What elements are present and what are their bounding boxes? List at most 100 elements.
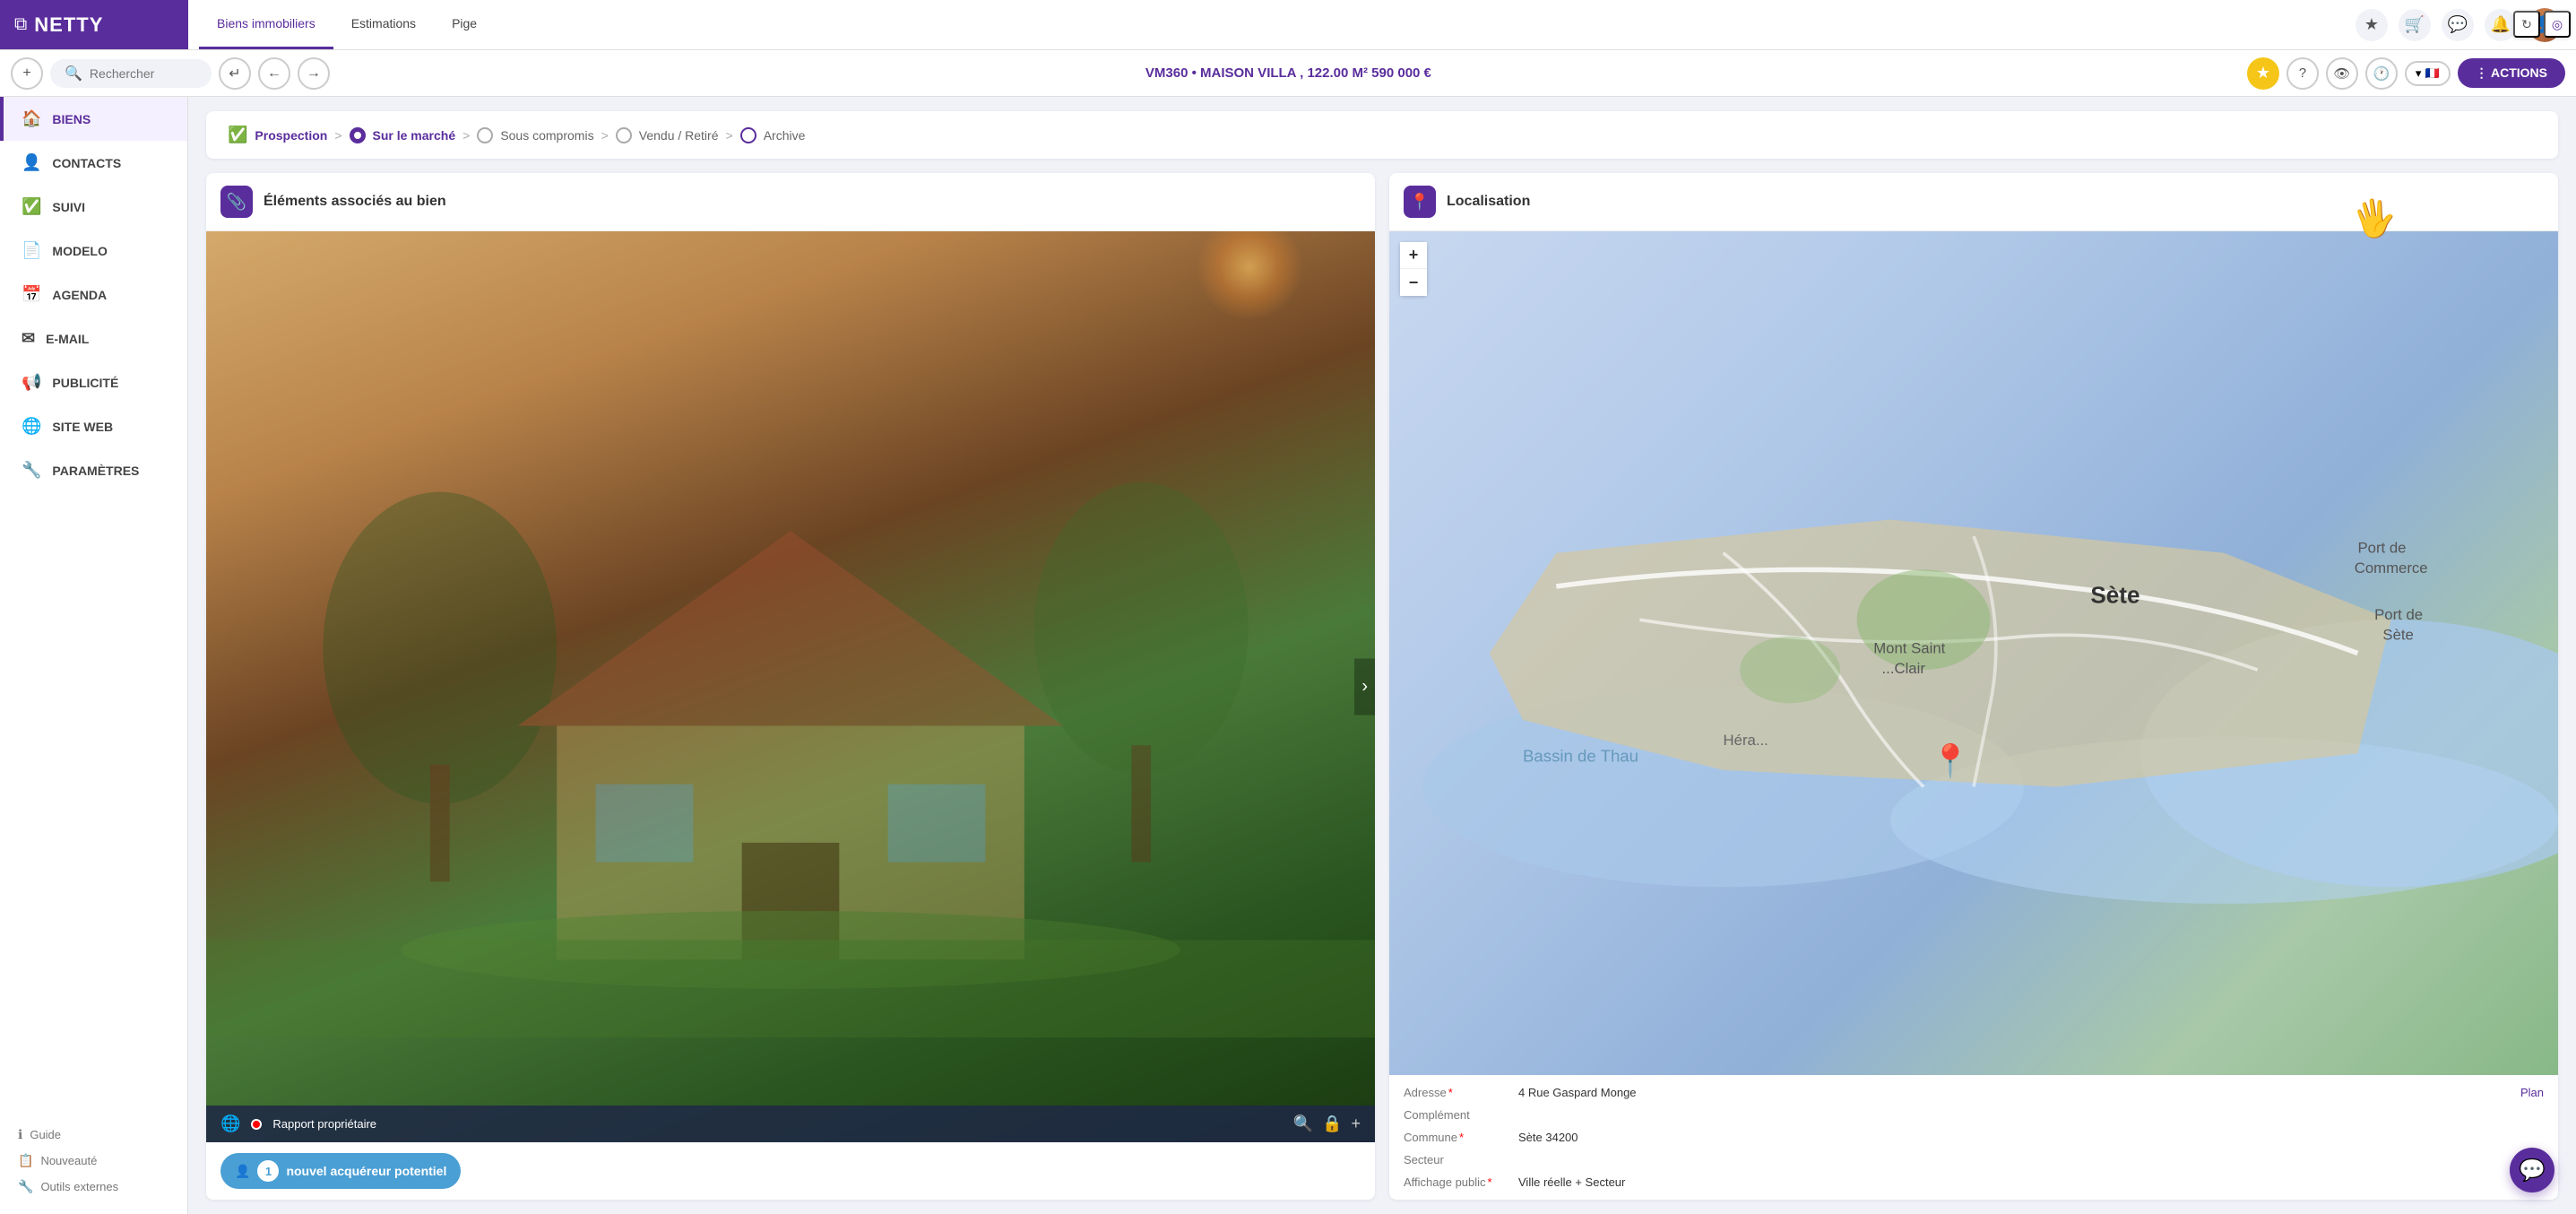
sidebar-label-publicite: PUBLICITÉ xyxy=(52,376,118,390)
search-bar[interactable]: 🔍 xyxy=(50,59,212,88)
sidebar-label-parametres: PARAMÈTRES xyxy=(52,464,139,478)
sidebar-item-biens[interactable]: 🏠 BIENS xyxy=(0,97,187,141)
affichage-value: Ville réelle + Secteur xyxy=(1518,1175,2544,1189)
guide-link[interactable]: ℹ Guide xyxy=(18,1122,169,1148)
nav-tabs: Biens immobiliers Estimations Pige xyxy=(188,0,506,49)
sidebar-item-email[interactable]: ✉ E-MAIL xyxy=(0,317,187,360)
sidebar-item-suivi[interactable]: ✅ SUIVI xyxy=(0,185,187,229)
logo-area: ⧉ NETTY xyxy=(0,0,188,49)
top-nav: ⧉ NETTY Biens immobiliers Estimations Pi… xyxy=(0,0,2576,50)
arrow-3: > xyxy=(601,128,609,143)
info-icon: ℹ xyxy=(18,1127,22,1142)
record-dot xyxy=(251,1119,262,1130)
sur-le-marche-label: Sur le marché xyxy=(373,128,456,143)
plan-link[interactable]: Plan xyxy=(2520,1086,2544,1099)
language-button[interactable]: ▾ 🇫🇷 xyxy=(2405,61,2451,86)
lock-icon[interactable]: 🔒 xyxy=(1322,1114,1342,1133)
cart-button[interactable]: 🛒 xyxy=(2399,9,2431,41)
radio-icon-1 xyxy=(477,127,493,143)
status-archive[interactable]: Archive xyxy=(740,127,806,143)
bell-button[interactable]: 🔔 xyxy=(2485,9,2517,41)
location-details: Adresse 4 Rue Gaspard Monge Plan Complém… xyxy=(1389,1075,2558,1200)
add-image-icon[interactable]: + xyxy=(1351,1114,1361,1133)
search-image-icon[interactable]: 🔍 xyxy=(1293,1114,1313,1133)
sidebar-item-agenda[interactable]: 📅 AGENDA xyxy=(0,273,187,317)
agenda-icon: 📅 xyxy=(22,285,41,304)
clock-button[interactable]: 🕐 xyxy=(2365,57,2398,90)
content-area: ✅ Prospection > Sur le marché > Sous com… xyxy=(188,97,2576,1214)
breadcrumb: VM360 • MAISON VILLA , 122.00 M² 590 000… xyxy=(337,65,2240,81)
archive-radio-icon xyxy=(740,127,756,143)
status-vendu-retire[interactable]: Vendu / Retiré xyxy=(616,127,719,143)
secteur-row: Secteur xyxy=(1404,1153,2544,1166)
add-button[interactable]: + xyxy=(11,57,43,90)
secteur-label: Secteur xyxy=(1404,1153,1511,1166)
outils-label: Outils externes xyxy=(40,1180,118,1193)
actions-button[interactable]: ⋮ ACTIONS xyxy=(2458,58,2565,88)
acquéreur-label: nouvel acquéreur potentiel xyxy=(286,1164,446,1178)
arrow-1: > xyxy=(334,128,341,143)
map-container: Sète Port de Commerce Port de Sète Héra.… xyxy=(1389,231,2558,1075)
svg-text:Port de: Port de xyxy=(2374,606,2423,623)
sidebar-item-modelo[interactable]: 📄 MODELO xyxy=(0,229,187,273)
main-layout: 🏠 BIENS 👤 CONTACTS ✅ SUIVI 📄 MODELO 📅 AG… xyxy=(0,97,2576,1214)
logo-text: NETTY xyxy=(34,13,103,37)
sidebar-item-siteweb[interactable]: 🌐 SITE WEB xyxy=(0,404,187,448)
eye-button[interactable]: 👁 xyxy=(2326,57,2358,90)
sidebar-label-biens: BIENS xyxy=(52,112,91,126)
image-footer: 🌐 Rapport propriétaire 🔍 🔒 + xyxy=(206,1106,1375,1142)
forward-button[interactable]: → xyxy=(298,57,330,90)
chat-fab-icon: 💬 xyxy=(2519,1158,2546,1184)
svg-text:Port de: Port de xyxy=(2357,540,2406,557)
chat-button[interactable]: 💬 xyxy=(2442,9,2474,41)
zoom-out-button[interactable]: − xyxy=(1400,269,1427,296)
house-svg xyxy=(206,231,1375,1142)
parametres-icon: 🔧 xyxy=(22,461,41,480)
nouveaute-label: Nouveauté xyxy=(40,1154,97,1167)
svg-text:Héra...: Héra... xyxy=(1724,732,1768,749)
property-card-header: 📎 Éléments associés au bien xyxy=(206,173,1375,231)
status-sur-le-marche[interactable]: Sur le marché xyxy=(350,127,456,143)
complement-row: Complément xyxy=(1404,1108,2544,1122)
sous-compromis-label: Sous compromis xyxy=(500,128,593,143)
archive-label: Archive xyxy=(764,128,806,143)
email-icon: ✉ xyxy=(22,329,35,348)
sidebar-item-parametres[interactable]: 🔧 PARAMÈTRES xyxy=(0,448,187,492)
image-footer-icons: 🔍 🔒 + xyxy=(1293,1114,1361,1133)
guide-label: Guide xyxy=(30,1128,61,1141)
status-sous-compromis[interactable]: Sous compromis xyxy=(477,127,593,143)
sidebar-label-contacts: CONTACTS xyxy=(52,156,121,170)
search-input[interactable] xyxy=(90,66,197,81)
map-svg: Sète Port de Commerce Port de Sète Héra.… xyxy=(1389,231,2558,1075)
radio-icon-2 xyxy=(616,127,632,143)
sidebar-item-publicite[interactable]: 📢 PUBLICITÉ xyxy=(0,360,187,404)
commune-value: Sète 34200 xyxy=(1518,1131,2544,1144)
outils-link[interactable]: 🔧 Outils externes xyxy=(18,1174,169,1200)
sidebar-bottom: ℹ Guide 📋 Nouveauté 🔧 Outils externes xyxy=(0,1107,187,1214)
sidebar-label-suivi: SUIVI xyxy=(52,200,85,214)
address-label: Adresse xyxy=(1404,1086,1511,1099)
prospection-label: Prospection xyxy=(255,128,327,143)
back-button[interactable]: ← xyxy=(258,57,290,90)
chat-fab[interactable]: 💬 xyxy=(2510,1148,2554,1192)
nouveaute-link[interactable]: 📋 Nouveauté xyxy=(18,1148,169,1174)
logo-icon: ⧉ xyxy=(14,14,27,35)
localisation-card: 📍 Localisation ↻ ◎ xyxy=(1389,173,2558,1200)
svg-text:Commerce: Commerce xyxy=(2355,559,2428,577)
favorite-button[interactable]: ★ xyxy=(2247,57,2279,90)
star-button[interactable]: ★ xyxy=(2356,9,2388,41)
acquéreur-badge[interactable]: 👤 1 nouvel acquéreur potentiel xyxy=(220,1153,461,1189)
zoom-in-button[interactable]: + xyxy=(1400,242,1427,269)
tab-biens[interactable]: Biens immobiliers xyxy=(199,0,333,49)
next-image-button[interactable]: › xyxy=(1354,659,1375,715)
tab-estimations[interactable]: Estimations xyxy=(333,0,434,49)
sidebar-label-email: E-MAIL xyxy=(46,332,89,346)
svg-text:Sète: Sète xyxy=(2090,582,2139,609)
help-button[interactable]: ? xyxy=(2286,57,2319,90)
tab-pige[interactable]: Pige xyxy=(434,0,495,49)
sidebar-item-contacts[interactable]: 👤 CONTACTS xyxy=(0,141,187,185)
property-card-title: Éléments associés au bien xyxy=(264,194,446,210)
suivi-icon: ✅ xyxy=(22,197,41,216)
back-enter-button[interactable]: ↵ xyxy=(219,57,251,90)
status-prospection[interactable]: ✅ Prospection xyxy=(228,126,327,144)
